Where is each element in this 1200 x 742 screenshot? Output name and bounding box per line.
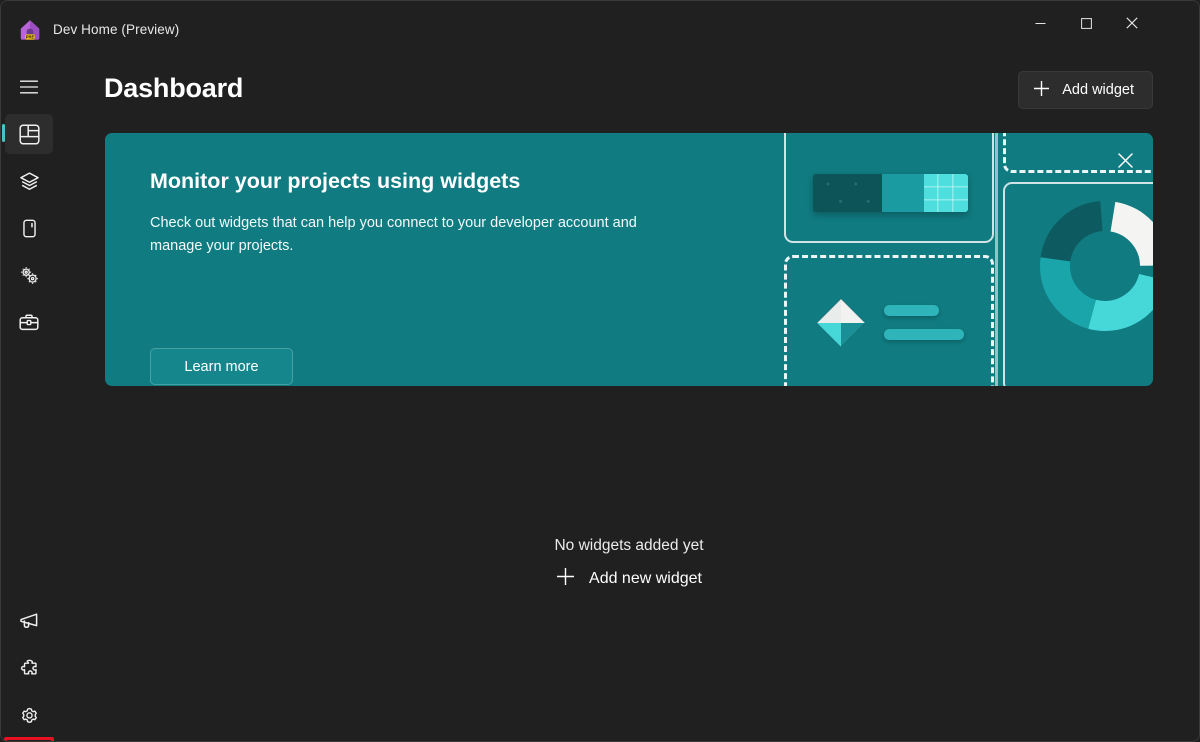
banner-close-button[interactable] [1109, 144, 1141, 176]
bar-segment-bright [924, 174, 968, 212]
widgets-illustration [680, 133, 1153, 386]
hamburger-icon [20, 80, 38, 94]
illustration-lines [884, 305, 964, 340]
gear-icon [21, 707, 37, 723]
illustration-line-long [884, 329, 964, 340]
page-title: Dashboard [104, 73, 244, 103]
sidebar-item-machine-configuration[interactable] [5, 161, 53, 201]
title-bar: PRE Dev Home (Preview) [1, 1, 1199, 47]
settings-highlight-box [4, 737, 54, 741]
illustration-donut-chart [1032, 193, 1153, 339]
app-title: Dev Home (Preview) [53, 22, 180, 37]
megaphone-icon [20, 613, 38, 628]
empty-state-title: No widgets added yet [554, 537, 704, 554]
sidebar-item-utilities[interactable] [5, 255, 53, 295]
gears-icon [21, 267, 38, 284]
svg-text:PRE: PRE [26, 35, 35, 40]
add-new-widget-label: Add new widget [589, 570, 702, 587]
bar-segment-medium [882, 174, 924, 212]
learn-more-button[interactable]: Learn more [150, 348, 293, 385]
main-content: Dashboard Add widget Monitor your projec… [57, 47, 1199, 741]
navigation-toggle-button[interactable] [5, 67, 53, 107]
banner-title: Monitor your projects using widgets [150, 169, 521, 193]
dev-home-house-icon: PRE [17, 17, 43, 43]
dashboard-icon [18, 123, 40, 145]
sidebar-item-dashboard[interactable] [2, 114, 53, 154]
close-icon [1117, 152, 1133, 168]
device-icon [22, 219, 36, 237]
sidebar [1, 47, 57, 741]
illustration-bar-widget [813, 174, 968, 212]
minimize-icon[interactable] [1017, 1, 1063, 45]
plus-icon [556, 567, 575, 591]
sidebar-item-extensions[interactable] [5, 648, 53, 688]
toolbox-icon [19, 314, 39, 331]
bar-segment-dark [813, 174, 882, 212]
dev-home-window: PRE Dev Home (Preview) Dashboard Add wid… [0, 0, 1200, 742]
illustration-diamond-icon [815, 297, 867, 349]
sidebar-item-environments[interactable] [5, 208, 53, 248]
widgets-promo-banner: Monitor your projects using widgets Chec… [105, 133, 1153, 386]
learn-more-label: Learn more [184, 358, 259, 375]
sidebar-item-feedback[interactable] [5, 601, 53, 641]
add-new-widget-button[interactable]: Add new widget [546, 563, 712, 595]
add-widget-label: Add widget [1062, 82, 1134, 98]
banner-description: Check out widgets that can help you conn… [150, 215, 637, 254]
empty-state: No widgets added yet Add new widget [57, 537, 1199, 595]
illustration-line-short [884, 305, 939, 316]
illustration-divider [995, 133, 998, 386]
add-widget-button[interactable]: Add widget [1018, 71, 1153, 109]
close-icon[interactable] [1109, 1, 1155, 45]
layers-icon [19, 171, 39, 190]
sidebar-item-setup[interactable] [5, 302, 53, 342]
maximize-icon[interactable] [1063, 1, 1109, 45]
plus-icon [1033, 80, 1050, 101]
sidebar-item-settings[interactable] [5, 695, 53, 735]
puzzle-piece-icon [20, 659, 37, 675]
